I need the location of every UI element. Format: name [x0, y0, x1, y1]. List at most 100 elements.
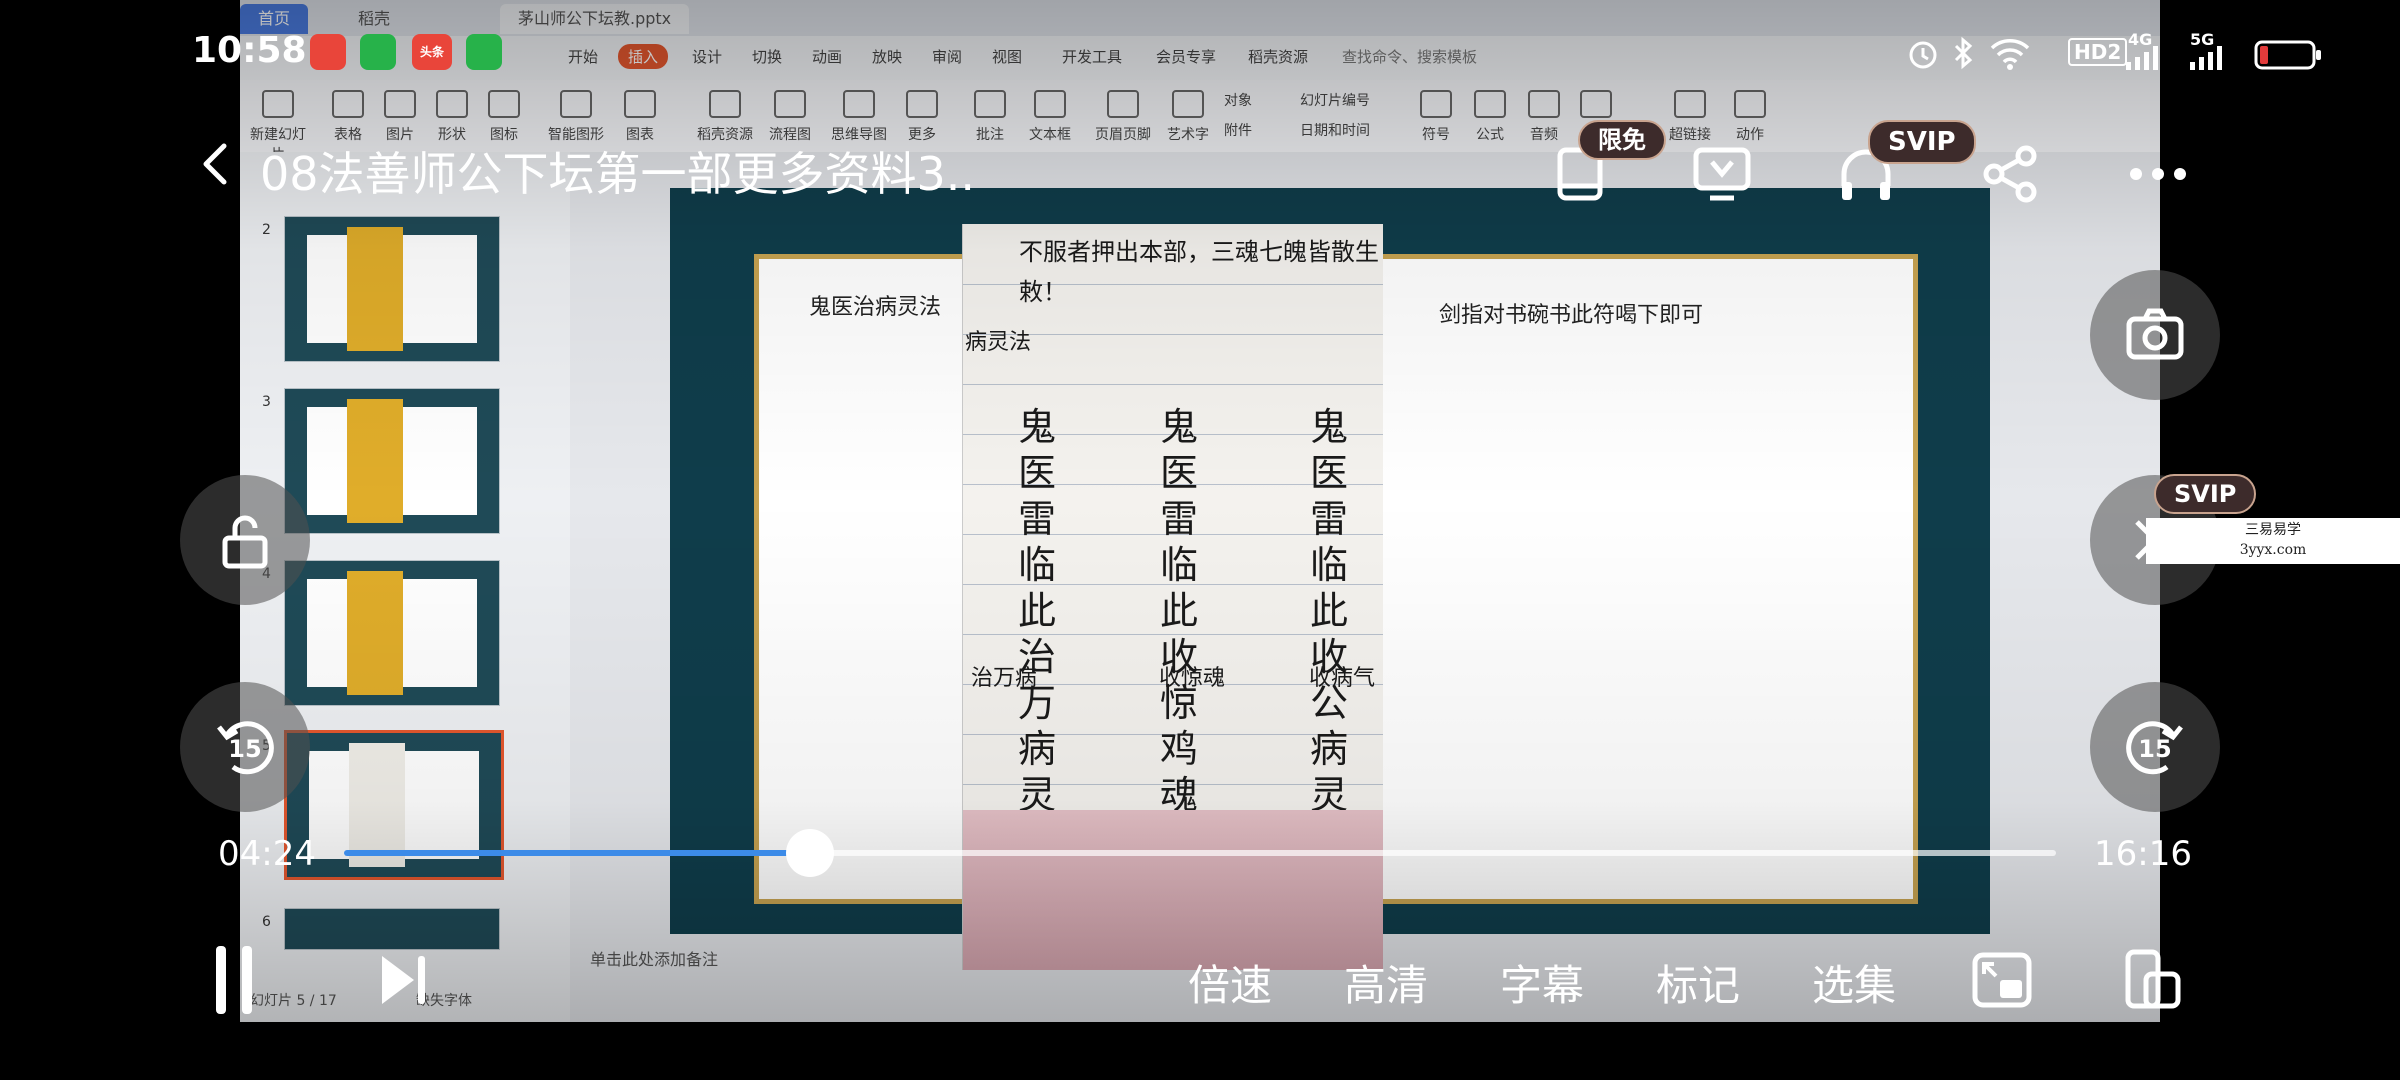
thumb-number: 2	[262, 222, 271, 238]
thumb-talisman	[347, 571, 403, 695]
char: 雷	[1017, 497, 1056, 541]
progress-fill	[344, 850, 810, 856]
char: 雷	[1309, 497, 1348, 541]
back-arrow-icon[interactable]	[196, 140, 236, 188]
notebook-line-2: 敕！	[1019, 278, 1067, 306]
char: 临	[1159, 543, 1198, 587]
current-time: 04:24	[218, 834, 316, 874]
share-icon[interactable]	[1978, 142, 2042, 206]
slide-thumbnail	[284, 560, 500, 706]
speed-button[interactable]: 倍速	[1188, 952, 1272, 1013]
wifi-icon	[1990, 39, 2030, 70]
char: 医	[1309, 451, 1348, 495]
alarm-icon	[1909, 41, 1937, 69]
screenshot-button[interactable]	[2090, 270, 2220, 400]
slide-title-right: 剑指对书碗书此符喝下即可	[1439, 303, 1704, 328]
hd-badge: HD2	[2068, 38, 2128, 66]
watermark-line-1: 三易易学	[2245, 522, 2301, 538]
current-slide: 鬼医治病灵法 剑指对书碗书此符喝下即可 不服者押出本部，三魂七魄皆散生 敕！ 病…	[670, 188, 1990, 970]
wps-status-left: 幻灯片 5 / 17	[250, 993, 337, 1009]
lock-screen-button[interactable]	[180, 475, 310, 605]
char: 鬼	[1309, 405, 1348, 449]
svip-badge-2: SVIP	[2154, 474, 2257, 514]
ribbon-label: 音频	[1530, 127, 1558, 143]
thumb-notebook	[349, 743, 405, 867]
free-badge: 限免	[1578, 120, 1666, 160]
episodes-button[interactable]: 选集	[1812, 952, 1896, 1013]
quality-button[interactable]: 高清	[1344, 952, 1428, 1013]
skip-back-label: 15	[228, 735, 261, 763]
app-icon-2	[360, 34, 396, 70]
ribbon-label: 文本框	[1029, 127, 1071, 143]
char: 病	[1309, 727, 1348, 771]
char: 医	[1159, 451, 1198, 495]
char: 病	[1017, 727, 1056, 771]
tv-cast-icon[interactable]	[1690, 142, 1754, 206]
svip-badge: SVIP	[1868, 120, 1976, 164]
more-options-icon[interactable]	[2126, 142, 2190, 206]
notebook-column-1: 鬼医雷临此治万病灵	[1007, 404, 1067, 818]
thumb-talisman	[347, 399, 403, 523]
battery-icon	[2254, 40, 2321, 70]
video-title: 08法善师公下坛第一部更多资料3..	[260, 147, 976, 201]
watermark-line-2: 3yyx.com	[2239, 542, 2307, 558]
slide-title-left: 鬼医治病灵法	[809, 295, 942, 320]
char: 医	[1017, 451, 1056, 495]
notebook-column-3: 鬼医雷临此收公病灵	[1299, 404, 1359, 818]
notebook-line-1: 不服者押出本部，三魂七魄皆散生	[1019, 238, 1379, 266]
char: 雷	[1159, 497, 1198, 541]
status-time: 10:58	[192, 30, 307, 71]
char: 此	[1309, 589, 1348, 633]
signal-4g-icon	[2126, 46, 2158, 70]
ribbon-label: 动作	[1736, 127, 1764, 143]
char: 此	[1017, 589, 1056, 633]
ribbon-label: 批注	[976, 127, 1004, 143]
ribbon-label: 符号	[1422, 127, 1450, 143]
progress-knob[interactable]	[785, 829, 834, 877]
picture-in-picture-icon[interactable]	[1972, 952, 2032, 1008]
next-episode-icon[interactable]	[378, 952, 428, 1008]
total-time: 16:16	[2094, 834, 2192, 874]
ribbon-attachment: 附件	[1224, 123, 1252, 139]
watermark: 三易易学 3yyx.com	[2146, 518, 2400, 564]
pause-icon[interactable]	[214, 944, 254, 1016]
char: 鬼	[1159, 405, 1198, 449]
thumb-talisman	[347, 227, 403, 351]
progress-track[interactable]	[344, 850, 2056, 856]
notebook-caption-2: 收惊魂	[1159, 666, 1226, 691]
slide-editing-area: 鬼医治病灵法 剑指对书碗书此符喝下即可 不服者押出本部，三魂七魄皆散生 敕！ 病…	[570, 152, 2160, 1022]
slide-thumbnail-selected	[284, 730, 504, 880]
ribbon-label: 页眉页脚	[1095, 127, 1151, 143]
rewind-15-icon: 15	[217, 721, 274, 775]
app-icon-1	[310, 34, 346, 70]
char: 临	[1017, 543, 1056, 587]
notebook-caption-1: 治万病	[971, 666, 1038, 691]
char: 此	[1159, 589, 1198, 633]
bluetooth-icon	[1954, 36, 1973, 70]
ribbon-label: 超链接	[1669, 127, 1711, 143]
char: 临	[1309, 543, 1348, 587]
char: 鬼	[1017, 405, 1056, 449]
slide-thumbnail	[284, 216, 500, 362]
thumb-number: 6	[262, 914, 271, 930]
message-icon	[466, 34, 502, 70]
thumb-number: 3	[262, 394, 271, 410]
subtitle-button[interactable]: 字幕	[1500, 952, 1584, 1013]
toutiao-icon: 头条	[412, 34, 452, 70]
ribbon-date-time: 日期和时间	[1300, 123, 1370, 139]
ribbon-label: 艺术字	[1167, 127, 1209, 143]
skip-forward-button[interactable]: 15	[2090, 682, 2220, 812]
notebook-heading: 病灵法	[965, 330, 1032, 355]
slide-thumbnail	[284, 908, 500, 950]
skip-back-button[interactable]: 15	[180, 682, 310, 812]
notebook-photo: 不服者押出本部，三魂七魄皆散生 敕！ 病灵法 鬼医雷临此治万病灵 鬼医雷临此收惊…	[962, 224, 1383, 970]
char: 鸡	[1159, 727, 1198, 771]
ribbon-label: 公式	[1476, 127, 1504, 143]
slide-thumbnail	[284, 388, 500, 534]
rotate-screen-icon[interactable]	[2124, 948, 2182, 1010]
signal-5g-icon	[2190, 46, 2222, 70]
status-bar: 10:58 头条 HD2 4G 5G	[0, 0, 2400, 104]
bookmark-button[interactable]: 标记	[1656, 952, 1740, 1013]
camera-icon	[2126, 308, 2184, 360]
forward-15-icon: 15	[2126, 721, 2183, 775]
